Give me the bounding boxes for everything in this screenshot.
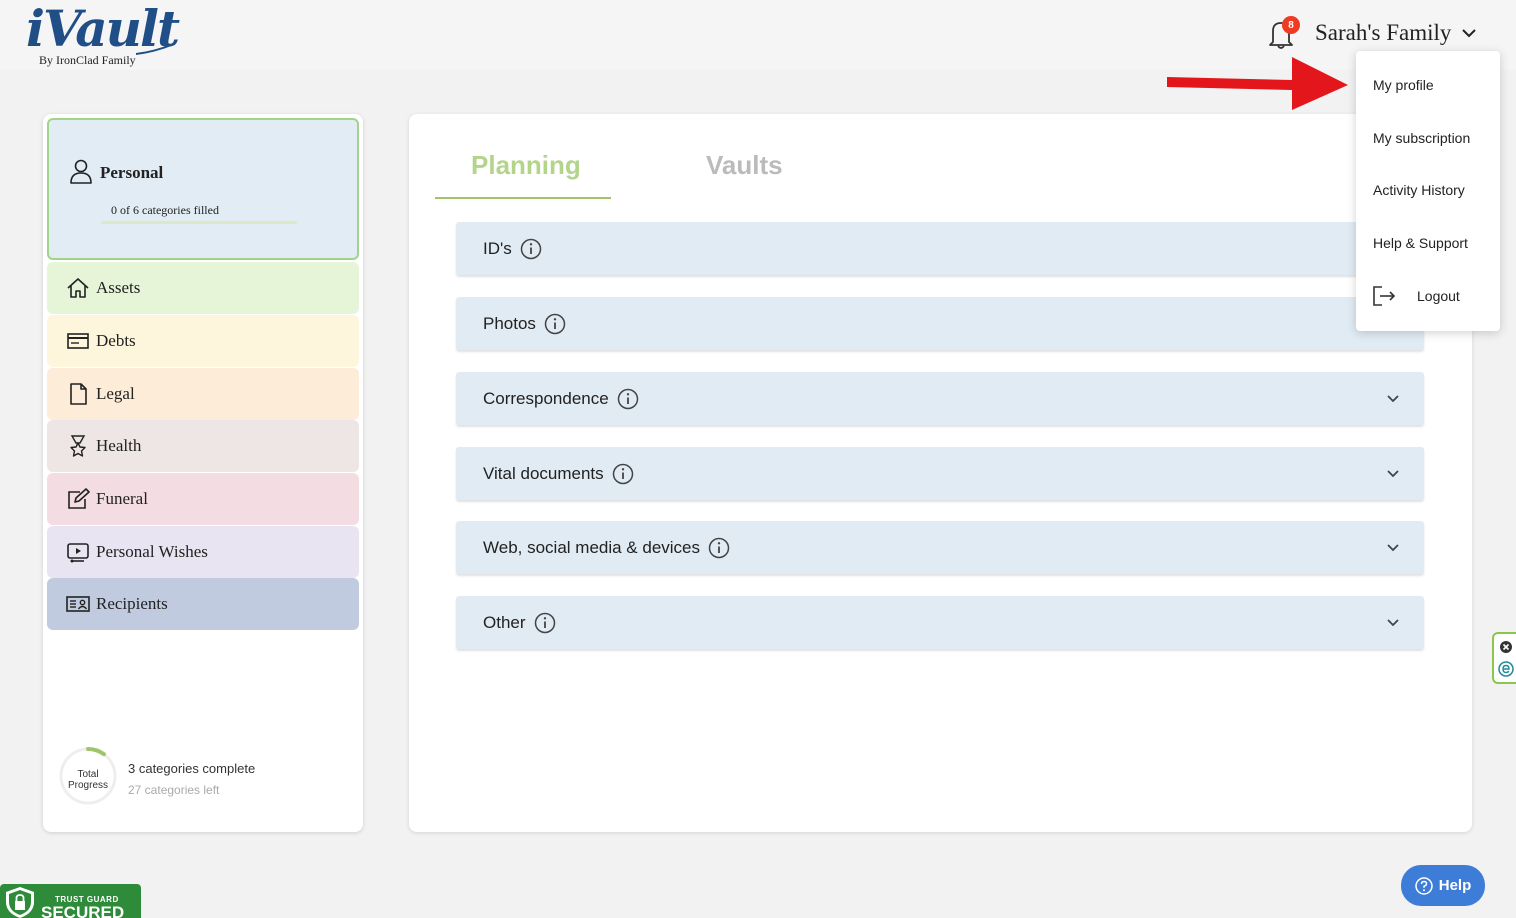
sidebar-item-label: Legal: [96, 384, 135, 403]
logout-icon[interactable]: [1372, 285, 1398, 307]
sidebar-item-assets[interactable]: Assets: [47, 262, 359, 314]
video-icon: [67, 543, 89, 563]
section-label: ID's: [483, 238, 512, 258]
close-icon[interactable]: [1499, 640, 1513, 654]
sidebar-item-label: Funeral: [96, 489, 148, 508]
info-icon[interactable]: [520, 238, 542, 260]
main-panel: Planning Vaults ID's Photos Corresponden…: [409, 114, 1472, 832]
account-menu-name[interactable]: Sarah's Family: [1315, 20, 1451, 46]
sidebar-item-funeral[interactable]: Funeral: [47, 473, 359, 525]
sidebar-item-legal[interactable]: Legal: [47, 368, 359, 420]
categories-complete-text: 3 categories complete: [128, 761, 256, 776]
info-icon[interactable]: [534, 612, 556, 634]
chevron-down-icon[interactable]: [1386, 468, 1400, 480]
categories-left-text: 27 categories left: [128, 783, 220, 797]
sidebar-item-label: Health: [96, 436, 142, 455]
personal-title: Personal: [100, 163, 164, 182]
trust-guard-badge[interactable]: TRUST GUARD SECURED: [0, 884, 141, 918]
section-other[interactable]: Other: [456, 596, 1424, 649]
credit-card-icon: [67, 333, 89, 349]
section-photos[interactable]: Photos: [456, 297, 1424, 350]
home-icon: [67, 278, 89, 298]
edit-icon: [68, 488, 90, 509]
sidebar-item-debts[interactable]: Debts: [47, 315, 359, 367]
sidebar-item-label: Debts: [96, 331, 136, 350]
chevron-down-icon[interactable]: [1461, 27, 1477, 39]
help-button[interactable]: Help: [1401, 865, 1485, 906]
personal-progress-bar: [101, 221, 297, 224]
sidebar-item-personal-wishes[interactable]: Personal Wishes: [47, 526, 359, 578]
question-icon: [1414, 876, 1433, 895]
tab-vaults[interactable]: Vaults: [706, 150, 783, 181]
menu-item-logout[interactable]: Logout: [1417, 288, 1460, 304]
sidebar-item-health[interactable]: Health: [47, 420, 359, 472]
section-label: Correspondence: [483, 388, 609, 408]
menu-item-my-subscription[interactable]: My subscription: [1373, 130, 1470, 146]
menu-item-my-profile[interactable]: My profile: [1373, 77, 1434, 93]
section-ids[interactable]: ID's: [456, 222, 1424, 275]
trust-guard-secured: SECURED: [41, 903, 125, 918]
info-icon[interactable]: [617, 388, 639, 410]
chevron-down-icon[interactable]: [1386, 617, 1400, 629]
sidebar-item-label: Recipients: [96, 594, 168, 613]
widget-e-icon[interactable]: [1498, 661, 1514, 677]
section-label: Photos: [483, 313, 536, 333]
info-icon[interactable]: [544, 313, 566, 335]
menu-item-help-support[interactable]: Help & Support: [1373, 235, 1468, 251]
personal-card[interactable]: Personal 0 of 6 categories filled: [47, 118, 359, 260]
notification-badge: 8: [1282, 16, 1300, 34]
tab-planning[interactable]: Planning: [471, 150, 581, 181]
category-sidebar: Personal 0 of 6 categories filled Assets…: [43, 114, 363, 832]
document-icon: [70, 383, 87, 405]
logo-subtitle: By IronClad Family: [39, 53, 136, 67]
section-label: Other: [483, 612, 526, 632]
total-progress-label: Total Progress: [67, 769, 108, 791]
person-icon: [70, 159, 92, 184]
section-vital-documents[interactable]: Vital documents: [456, 447, 1424, 500]
info-icon[interactable]: [612, 463, 634, 485]
help-button-label: Help: [1438, 877, 1472, 894]
chevron-down-icon[interactable]: [1386, 393, 1400, 405]
side-widget[interactable]: [1492, 632, 1516, 684]
contact-card-icon: [66, 596, 90, 612]
red-arrow-annotation: [1167, 57, 1348, 110]
ivault-logo[interactable]: iVault By IronClad Family: [26, 2, 180, 68]
lock-shield-icon: [6, 887, 34, 918]
chevron-down-icon[interactable]: [1386, 542, 1400, 554]
section-label: Vital documents: [483, 463, 604, 483]
sidebar-item-label: Personal Wishes: [96, 542, 208, 561]
section-web-social-media-devices[interactable]: Web, social media & devices: [456, 521, 1424, 574]
active-tab-indicator: [435, 197, 611, 199]
account-dropdown-menu: My profile My subscription Activity Hist…: [1356, 51, 1500, 331]
info-icon[interactable]: [708, 537, 730, 559]
medal-icon: [70, 435, 86, 457]
logo-swoosh-icon: [135, 43, 175, 55]
sidebar-item-recipients[interactable]: Recipients: [47, 578, 359, 630]
personal-progress-text: 0 of 6 categories filled: [111, 203, 219, 217]
section-correspondence[interactable]: Correspondence: [456, 372, 1424, 425]
sidebar-item-label: Assets: [96, 278, 141, 297]
menu-item-activity-history[interactable]: Activity History: [1373, 182, 1465, 198]
section-label: Web, social media & devices: [483, 537, 701, 557]
